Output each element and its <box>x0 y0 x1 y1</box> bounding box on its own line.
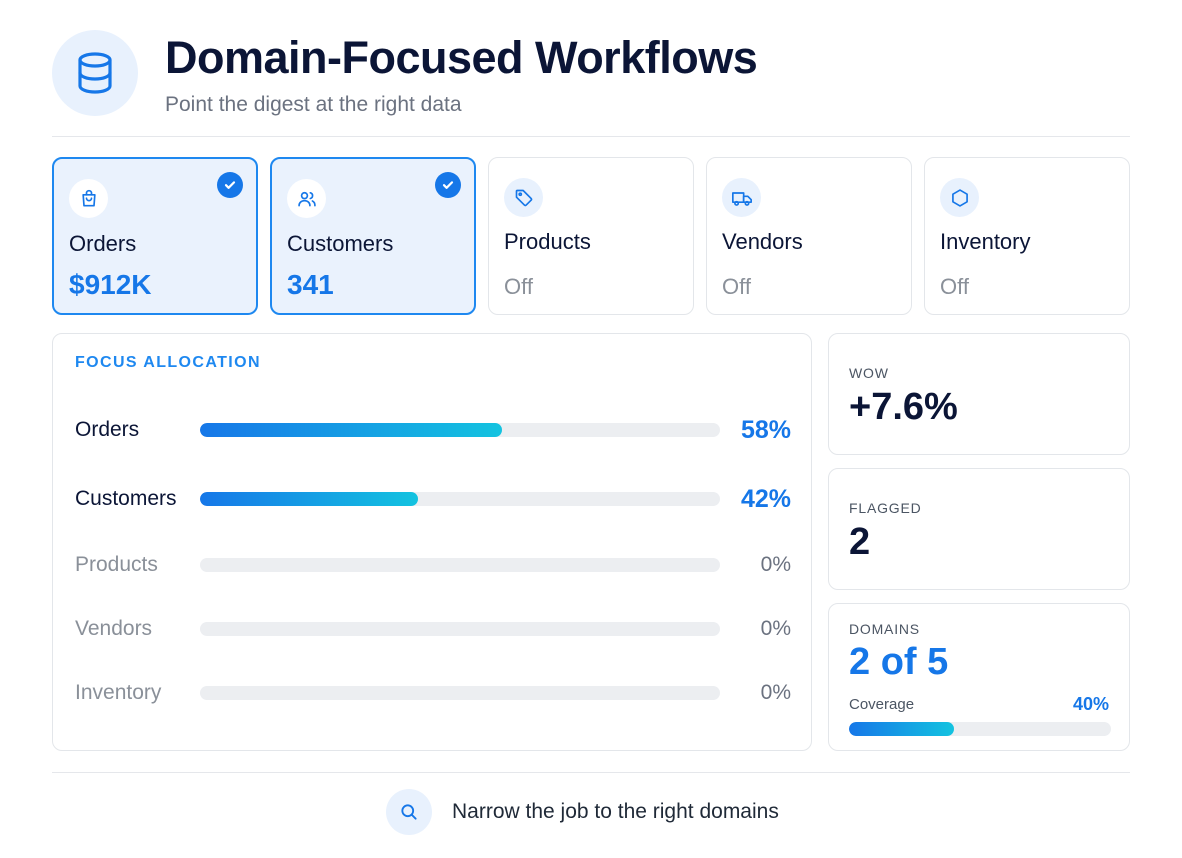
flagged-value: 2 <box>849 521 871 563</box>
domain-label: Inventory <box>940 229 1031 254</box>
checkmark-icon <box>217 172 243 198</box>
hexagon-icon <box>940 178 979 217</box>
allocation-bar <box>200 492 720 506</box>
allocation-row-customers: Customers 42% <box>75 484 791 514</box>
allocation-bar <box>200 423 720 437</box>
focus-allocation-panel: FOCUS ALLOCATION Orders 58% Customers 42… <box>52 333 812 751</box>
allocation-row-vendors: Vendors 0% <box>75 614 791 644</box>
allocation-bar-fill <box>200 423 502 437</box>
page-subtitle: Point the digest at the right data <box>165 93 462 116</box>
allocation-row-orders: Orders 58% <box>75 415 791 445</box>
allocation-label: Customers <box>75 487 177 510</box>
domain-status: Off <box>722 274 751 299</box>
domain-value: 341 <box>287 269 334 300</box>
allocation-percent: 0% <box>760 553 791 576</box>
domains-stat-card: DOMAINS 2 of 5 Coverage 40% <box>828 603 1130 751</box>
domain-status: Off <box>940 274 969 299</box>
header-divider <box>52 136 1130 137</box>
domain-label: Products <box>504 229 591 254</box>
flagged-label: FLAGGED <box>849 500 922 516</box>
allocation-percent: 42% <box>740 485 791 513</box>
focus-allocation-heading: FOCUS ALLOCATION <box>75 354 261 371</box>
allocation-label: Products <box>75 553 158 576</box>
domain-label: Customers <box>287 231 394 256</box>
coverage-bar <box>849 722 1111 736</box>
checkmark-icon <box>435 172 461 198</box>
allocation-label: Vendors <box>75 617 153 640</box>
page-header: Domain-Focused Workflows Point the diges… <box>52 30 1130 137</box>
allocation-percent: 0% <box>760 617 791 640</box>
allocation-bar <box>200 558 720 572</box>
allocation-percent: 0% <box>760 681 791 704</box>
shopping-bag-icon <box>69 179 108 218</box>
users-icon <box>287 179 326 218</box>
footer-caption: Narrow the job to the right domains <box>452 800 779 823</box>
flagged-stat-card: FLAGGED 2 <box>828 468 1130 590</box>
wow-label: WOW <box>849 365 889 381</box>
domain-label: Orders <box>69 231 137 256</box>
allocation-row-inventory: Inventory 0% <box>75 678 791 708</box>
footer-divider <box>52 772 1130 773</box>
allocation-bar <box>200 686 720 700</box>
database-icon <box>52 30 138 116</box>
domain-value: $912K <box>69 269 152 300</box>
allocation-bar <box>200 622 720 636</box>
coverage-bar-fill <box>849 722 954 736</box>
domain-card-inventory[interactable]: Inventory Off <box>924 157 1130 315</box>
domain-card-products[interactable]: Products Off <box>488 157 694 315</box>
truck-icon <box>722 178 761 217</box>
wow-value: +7.6% <box>849 386 958 428</box>
domain-card-orders[interactable]: Orders $912K <box>52 157 258 315</box>
tag-icon <box>504 178 543 217</box>
allocation-bar-fill <box>200 492 419 506</box>
domains-value: 2 of 5 <box>849 641 949 683</box>
allocation-label: Inventory <box>75 681 162 704</box>
wow-stat-card: WOW +7.6% <box>828 333 1130 455</box>
domain-status: Off <box>504 274 533 299</box>
allocation-percent: 58% <box>740 416 791 444</box>
search-icon <box>386 789 432 835</box>
page-title: Domain-Focused Workflows <box>165 32 758 83</box>
domain-card-customers[interactable]: Customers 341 <box>270 157 476 315</box>
domains-label: DOMAINS <box>849 621 920 637</box>
domain-label: Vendors <box>722 229 803 254</box>
domain-card-vendors[interactable]: Vendors Off <box>706 157 912 315</box>
allocation-label: Orders <box>75 418 140 441</box>
allocation-row-products: Products 0% <box>75 550 791 580</box>
coverage-percent: 40% <box>1072 694 1109 714</box>
coverage-label: Coverage <box>849 696 915 713</box>
